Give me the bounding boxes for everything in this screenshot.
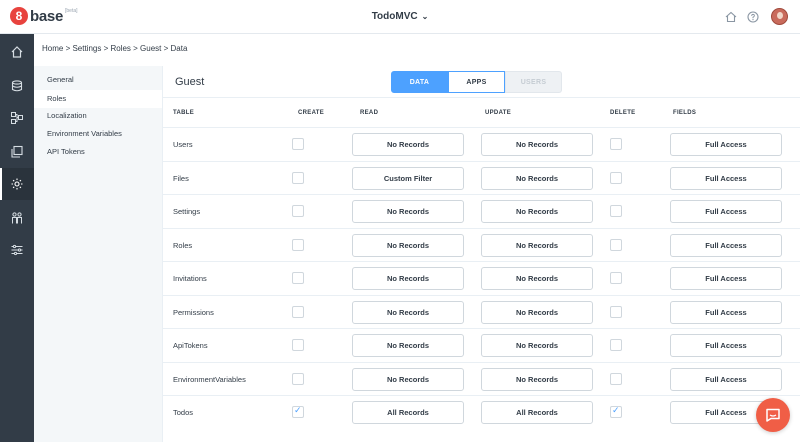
table-row: Settings No Records No Records Full Access [163,194,800,228]
table-row: Roles No Records No Records Full Access [163,227,800,262]
delete-checkbox[interactable] [610,405,622,418]
update-permission-button[interactable]: No Records [481,233,593,257]
create-checkbox[interactable] [292,138,304,150]
table-row: Permissions No Records No Records Full Acce… [163,294,800,329]
settings-item-api-tokens[interactable]: API Tokens [34,143,162,161]
settings-item-environment-variables[interactable]: Environment Variables [34,125,162,143]
settings-item-roles[interactable]: Roles [34,90,162,108]
column-header-fields: FIELDS [673,110,697,116]
nav-sitemap-icon[interactable] [0,102,34,134]
tab-users: USERS [505,71,562,93]
chat-launcher-button[interactable] [756,398,790,432]
table-row: TodosAll RecordsAll RecordsFull Access [163,395,800,429]
fields-permission-button[interactable]: Full Access [670,133,782,156]
table-name: EnvironmentVariables [173,374,246,384]
fields-permission-button[interactable]: Full Access [670,166,782,190]
delete-checkbox[interactable] [610,272,622,284]
settings-sidebar: General Roles Localization Environment V… [34,66,162,442]
delete-checkbox[interactable] [610,372,622,385]
update-permission-button[interactable]: No Records [481,267,593,290]
panel-header: Guest DATA APPS USERS [163,66,800,98]
delete-checkbox[interactable] [610,305,622,318]
create-checkbox[interactable] [292,305,304,318]
nav-team-icon[interactable] [0,202,34,234]
update-permission-button[interactable]: All Records [481,401,593,424]
column-header-table: TABLE [173,110,195,116]
column-header-create: CREATE [298,110,325,116]
read-permission-button[interactable]: No Records [352,334,464,357]
column-header-delete: DELETE [610,110,636,116]
update-permission-button[interactable]: No Records [481,166,593,190]
fields-permission-button[interactable]: Full Access [670,233,782,257]
delete-checkbox[interactable] [610,205,622,217]
table-name: Permissions [173,307,214,317]
table-name: Settings [173,207,201,216]
role-title: Guest [175,76,205,88]
chevron-down-icon: ⌄ [421,12,429,21]
create-checkbox[interactable] [292,205,304,217]
create-checkbox[interactable] [292,238,304,251]
nav-home-icon[interactable] [0,36,34,68]
nav-sliders-icon[interactable] [0,234,34,266]
table-row: ApiTokens No Records No Records Full Access [163,328,800,362]
table-row: Invitations No Records No Records Full Acce… [163,261,800,295]
fields-permission-button[interactable]: Full Access [670,334,782,357]
role-permissions-panel: Guest DATA APPS USERS TABLE CREATE READ … [162,66,800,442]
chat-icon [766,408,780,422]
read-permission-button[interactable]: Custom Filter [352,166,464,190]
create-checkbox[interactable] [292,171,304,184]
top-bar: 8 base [beta] TodoMVC ⌄ [0,0,800,34]
create-checkbox[interactable] [292,372,304,385]
table-row: Files Custom Filter No Records Full Access [163,160,800,195]
table-name: ApiTokens [173,341,208,350]
fields-permission-button[interactable]: Full Access [670,267,782,290]
update-permission-button[interactable]: No Records [481,367,593,391]
table-name: Files [173,173,189,183]
fields-permission-button[interactable]: Full Access [670,300,782,324]
table-name: Todos [173,408,194,417]
read-permission-button[interactable]: No Records [352,300,464,324]
help-icon[interactable] [746,10,760,24]
update-permission-button[interactable]: No Records [481,133,593,156]
read-permission-button[interactable]: No Records [352,267,464,290]
home-icon[interactable] [724,10,738,24]
delete-checkbox[interactable] [610,339,622,351]
table-name: Invitations [173,274,207,283]
read-permission-button[interactable]: No Records [352,233,464,257]
create-checkbox[interactable] [292,405,304,418]
tab-apps[interactable]: APPS [448,71,505,93]
nav-layers-icon[interactable] [0,136,34,168]
fields-permission-button[interactable]: Full Access [670,200,782,223]
breadcrumb[interactable]: Home > Settings > Roles > Guest > Data [42,44,187,53]
user-avatar[interactable] [771,8,788,25]
app-switcher[interactable]: TodoMVC ⌄ [0,11,800,22]
permission-tabs: DATA APPS USERS [391,71,562,93]
nav-settings-gear-icon[interactable] [0,168,34,200]
delete-checkbox[interactable] [610,238,622,251]
table-row: EnvironmentVariables No Records No Records… [163,361,800,396]
read-permission-button[interactable]: No Records [352,200,464,223]
create-checkbox[interactable] [292,272,304,284]
read-permission-button[interactable]: No Records [352,133,464,156]
delete-checkbox[interactable] [610,138,622,150]
column-header-update: UPDATE [485,110,512,116]
left-nav [0,34,34,442]
update-permission-button[interactable]: No Records [481,200,593,223]
table-name: Roles [173,240,193,250]
update-permission-button[interactable]: No Records [481,334,593,357]
tab-data[interactable]: DATA [391,71,448,93]
update-permission-button[interactable]: No Records [481,300,593,324]
create-checkbox[interactable] [292,339,304,351]
read-permission-button[interactable]: All Records [352,401,464,424]
settings-item-localization[interactable]: Localization [34,107,162,125]
table-row: Users No Records No Records Full Access [163,127,800,161]
app-title: TodoMVC [371,11,418,22]
settings-item-general[interactable]: General [34,71,162,89]
table-name: Users [173,140,193,149]
nav-database-icon[interactable] [0,70,34,102]
delete-checkbox[interactable] [610,171,622,184]
fields-permission-button[interactable]: Full Access [670,367,782,391]
read-permission-button[interactable]: No Records [352,367,464,391]
column-header-read: READ [360,110,379,116]
